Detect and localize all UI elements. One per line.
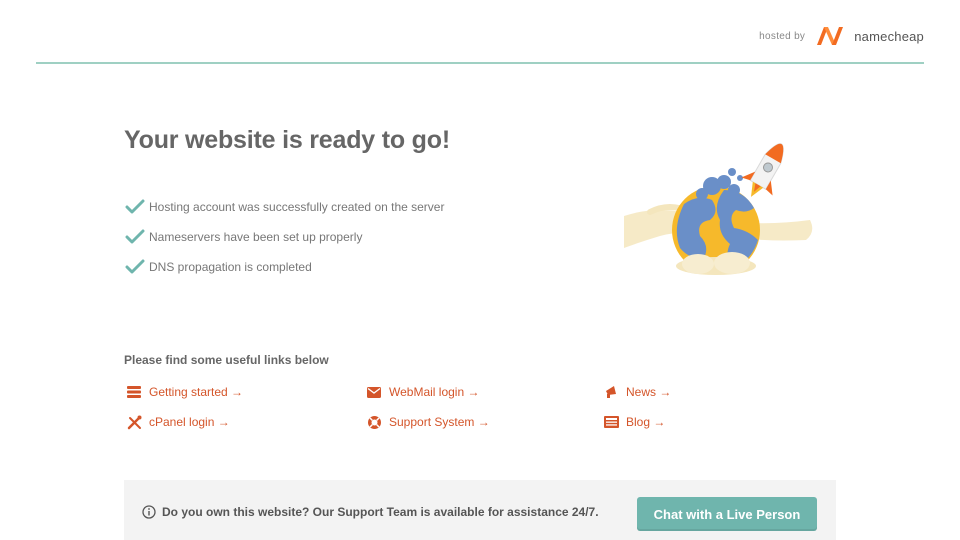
status-checklist: Hosting account was successfully created…: [125, 192, 444, 282]
link-webmail-login[interactable]: WebMail login →: [366, 384, 479, 400]
envelope-icon: [366, 384, 382, 400]
check-item-nameservers: Nameservers have been set up properly: [125, 222, 444, 252]
support-bar: Do you own this website? Our Support Tea…: [124, 480, 836, 540]
useful-links-heading: Please find some useful links below: [124, 353, 329, 367]
info-icon: [142, 505, 156, 519]
support-text: Do you own this website? Our Support Tea…: [162, 505, 599, 519]
brand-name: namecheap: [854, 28, 924, 44]
link-label: cPanel login →: [149, 415, 230, 429]
check-item-dns: DNS propagation is completed: [125, 252, 444, 282]
megaphone-icon: [603, 384, 619, 400]
tools-icon: [126, 414, 142, 430]
link-getting-started[interactable]: Getting started →: [126, 384, 243, 400]
page-title: Your website is ready to go!: [124, 126, 450, 154]
hosted-by-badge[interactable]: hosted by namecheap: [759, 24, 924, 48]
check-text: Hosting account was successfully created…: [149, 200, 445, 214]
lifebuoy-icon: [366, 414, 382, 430]
link-cpanel-login[interactable]: cPanel login →: [126, 414, 230, 430]
stack-icon: [126, 384, 142, 400]
checkmark-icon: [125, 199, 145, 214]
check-text: DNS propagation is completed: [149, 260, 312, 274]
link-support-system[interactable]: Support System →: [366, 414, 490, 430]
link-label: Support System →: [389, 415, 490, 429]
checkmark-icon: [125, 259, 145, 274]
namecheap-logo-icon: [817, 27, 844, 45]
link-blog[interactable]: Blog →: [603, 414, 665, 430]
check-text: Nameservers have been set up properly: [149, 230, 363, 244]
link-label: Blog →: [626, 415, 666, 429]
link-news[interactable]: News →: [603, 384, 671, 400]
hosted-by-label: hosted by: [759, 30, 806, 42]
link-label: WebMail login →: [389, 385, 480, 399]
page-header: hosted by namecheap: [36, 0, 924, 64]
useful-links: Getting started → WebMail login → News →…: [126, 378, 766, 438]
newspaper-icon: [603, 414, 619, 430]
rocket-globe-illustration: [624, 143, 813, 275]
chat-live-person-button[interactable]: Chat with a Live Person: [637, 497, 817, 531]
link-label: Getting started →: [149, 385, 244, 399]
check-item-hosting: Hosting account was successfully created…: [125, 192, 444, 222]
checkmark-icon: [125, 229, 145, 244]
link-label: News →: [626, 385, 672, 399]
support-info: Do you own this website? Our Support Tea…: [142, 505, 599, 519]
